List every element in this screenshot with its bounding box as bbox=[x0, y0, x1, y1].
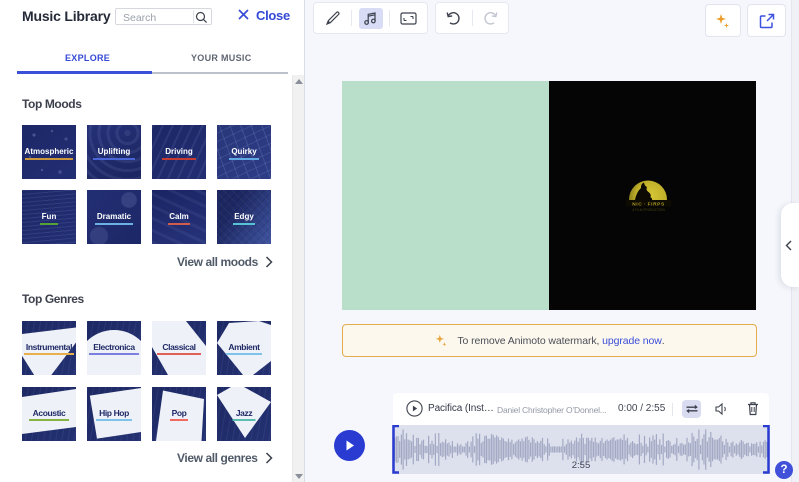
svg-text:A FILM PRODUCTION: A FILM PRODUCTION bbox=[632, 208, 665, 212]
svg-text:NIC · FIRPS: NIC · FIRPS bbox=[632, 201, 665, 207]
